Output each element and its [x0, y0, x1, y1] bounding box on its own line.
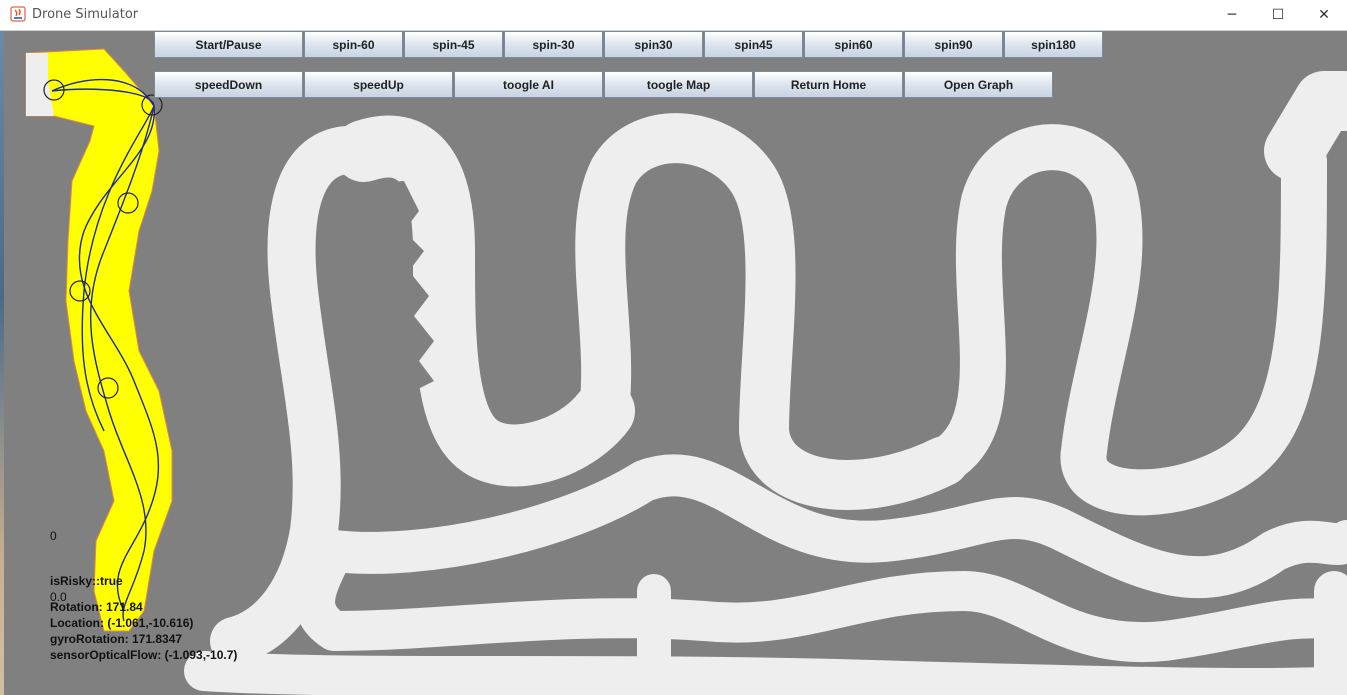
simulation-canvas[interactable] — [4, 31, 1347, 695]
start-pause-button[interactable]: Start/Pause — [154, 31, 303, 58]
wall-notch — [354, 456, 384, 501]
gyro-rotation-text: gyroRotation: 171.8347 — [50, 632, 183, 646]
map-corridor — [921, 124, 1327, 516]
spin-60-button[interactable]: spin60 — [804, 31, 903, 58]
spin-45-button[interactable]: spin45 — [704, 31, 803, 58]
rotation-text: Rotation: 171.84 — [50, 600, 143, 614]
toggle-ai-button[interactable]: toogle AI — [454, 71, 603, 98]
map-corridor — [1264, 71, 1347, 181]
sensor-optical-flow-text: sensorOpticalFlow: (-1.093,-10.7) — [50, 648, 238, 662]
close-icon: ✕ — [1318, 7, 1330, 23]
counter-text: 0 — [50, 529, 57, 543]
spin-90-button[interactable]: spin90 — [904, 31, 1003, 58]
spin-30-button[interactable]: spin30 — [604, 31, 703, 58]
toggle-map-button[interactable]: toogle Map — [604, 71, 753, 98]
spin-minus-30-button[interactable]: spin-30 — [504, 31, 603, 58]
location-text: Location: (-1.061,-10.616) — [50, 616, 194, 630]
speed-up-button[interactable]: speedUp — [304, 71, 453, 98]
maze-map — [25, 48, 1347, 695]
return-home-button[interactable]: Return Home — [754, 71, 903, 98]
spin-minus-60-button[interactable]: spin-60 — [304, 31, 403, 58]
explored-area — [25, 48, 173, 632]
map-corridor — [184, 651, 1347, 695]
open-graph-button[interactable]: Open Graph — [904, 71, 1053, 98]
window-title: Drone Simulator — [32, 7, 139, 22]
java-app-icon — [10, 6, 26, 22]
spin-minus-45-button[interactable]: spin-45 — [404, 31, 503, 58]
spin-180-button[interactable]: spin180 — [1004, 31, 1103, 58]
minimize-icon: ─ — [1227, 7, 1237, 23]
is-risky-text: isRisky::true — [50, 574, 123, 588]
minimize-button[interactable]: ─ — [1209, 0, 1255, 30]
close-button[interactable]: ✕ — [1301, 0, 1347, 30]
map-corridor — [575, 113, 969, 510]
speed-down-button[interactable]: speedDown — [154, 71, 303, 98]
title-bar: Drone Simulator ─ ☐ ✕ — [0, 0, 1347, 31]
maximize-icon: ☐ — [1271, 7, 1285, 23]
maximize-button[interactable]: ☐ — [1255, 0, 1301, 30]
